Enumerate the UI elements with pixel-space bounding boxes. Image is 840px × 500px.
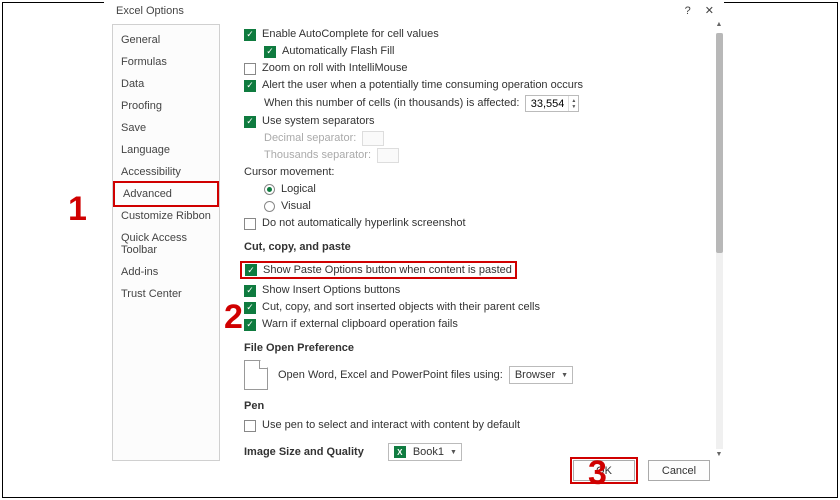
section-file-open-preference: File Open Preference (244, 342, 718, 354)
sidebar-item-proofing[interactable]: Proofing (113, 95, 219, 117)
dropdown-value: Browser (515, 368, 555, 383)
label-thousands-separator: Thousands separator: (264, 148, 371, 163)
titlebar: Excel Options ? ✕ (104, 0, 724, 21)
label-logical: Logical (281, 182, 316, 197)
sidebar-item-save[interactable]: Save (113, 117, 219, 139)
input-decimal-separator (362, 131, 384, 146)
dropdown-open-files-using[interactable]: Browser ▼ (509, 366, 573, 384)
scroll-down-icon[interactable]: ▼ (714, 451, 724, 461)
highlight-paste-options: Show Paste Options button when content i… (240, 261, 517, 279)
label-visual: Visual (281, 199, 311, 214)
radio-visual[interactable] (264, 201, 275, 212)
checkbox-show-paste-options[interactable] (245, 264, 257, 276)
dialog-title: Excel Options (116, 5, 184, 17)
checkbox-flash-fill[interactable] (264, 46, 276, 58)
content-panel: Enable AutoComplete for cell values Auto… (220, 21, 724, 461)
label-cursor-movement: Cursor movement: (244, 165, 334, 180)
label-zoom-roll: Zoom on roll with IntelliMouse (262, 61, 408, 76)
chevron-down-icon: ▼ (448, 445, 459, 460)
annotation-3: 3 (588, 454, 607, 493)
label-show-paste-options: Show Paste Options button when content i… (263, 264, 512, 276)
sidebar-item-addins[interactable]: Add-ins (113, 261, 219, 283)
sidebar-item-general[interactable]: General (113, 29, 219, 51)
section-image-size-quality: Image Size and Quality (244, 445, 364, 460)
help-icon[interactable]: ? (685, 5, 691, 17)
checkbox-no-hyperlink-screenshot[interactable] (244, 218, 256, 230)
label-cells-affected: When this number of cells (in thousands)… (264, 96, 519, 111)
checkbox-system-separators[interactable] (244, 116, 256, 128)
excel-options-dialog: Excel Options ? ✕ General Formulas Data … (104, 0, 724, 490)
label-show-insert-options: Show Insert Options buttons (262, 283, 400, 298)
dropdown-image-workbook[interactable]: X Book1 ▼ (388, 443, 462, 461)
checkbox-cut-copy-sort-objects[interactable] (244, 302, 256, 314)
label-open-files-using: Open Word, Excel and PowerPoint files us… (278, 368, 503, 383)
sidebar-item-formulas[interactable]: Formulas (113, 51, 219, 73)
input-cells-affected[interactable] (526, 96, 568, 111)
vertical-scrollbar[interactable]: ▲ ▼ (714, 21, 724, 461)
annotation-1: 1 (68, 190, 87, 229)
cancel-button[interactable]: Cancel (648, 460, 710, 481)
scroll-up-icon[interactable]: ▲ (714, 21, 724, 31)
spinner-cells-affected[interactable]: ▲▼ (525, 95, 579, 112)
sidebar: General Formulas Data Proofing Save Lang… (112, 24, 220, 461)
label-warn-external-clipboard: Warn if external clipboard operation fai… (262, 317, 458, 332)
checkbox-show-insert-options[interactable] (244, 285, 256, 297)
checkbox-autocomplete[interactable] (244, 29, 256, 41)
close-icon[interactable]: ✕ (705, 4, 714, 17)
sidebar-item-quick-access-toolbar[interactable]: Quick Access Toolbar (113, 227, 219, 261)
scroll-thumb[interactable] (716, 33, 723, 253)
radio-logical[interactable] (264, 184, 275, 195)
checkbox-alert-time[interactable] (244, 80, 256, 92)
label-system-separators: Use system separators (262, 114, 374, 129)
section-pen: Pen (244, 400, 718, 412)
sidebar-item-data[interactable]: Data (113, 73, 219, 95)
label-no-hyperlink-screenshot: Do not automatically hyperlink screensho… (262, 216, 466, 231)
chevron-down-icon: ▼ (559, 368, 570, 383)
annotation-2: 2 (224, 298, 243, 337)
checkbox-use-pen[interactable] (244, 420, 256, 432)
sidebar-item-advanced[interactable]: Advanced (113, 181, 219, 207)
sidebar-item-trust-center[interactable]: Trust Center (113, 283, 219, 305)
spinner-arrows-icon[interactable]: ▲▼ (568, 96, 578, 111)
sidebar-item-customize-ribbon[interactable]: Customize Ribbon (113, 205, 219, 227)
dropdown-book-value: Book1 (413, 445, 444, 460)
checkbox-zoom-roll[interactable] (244, 63, 256, 75)
checkbox-warn-external-clipboard[interactable] (244, 319, 256, 331)
label-flash-fill: Automatically Flash Fill (282, 44, 394, 59)
sidebar-item-accessibility[interactable]: Accessibility (113, 161, 219, 183)
file-icon (244, 360, 268, 390)
label-use-pen: Use pen to select and interact with cont… (262, 418, 520, 433)
section-cut-copy-paste: Cut, copy, and paste (244, 241, 718, 253)
label-cut-copy-sort-objects: Cut, copy, and sort inserted objects wit… (262, 300, 540, 315)
label-decimal-separator: Decimal separator: (264, 131, 356, 146)
sidebar-item-language[interactable]: Language (113, 139, 219, 161)
excel-icon: X (394, 446, 406, 458)
label-autocomplete: Enable AutoComplete for cell values (262, 27, 439, 42)
input-thousands-separator (377, 148, 399, 163)
label-alert-time: Alert the user when a potentially time c… (262, 78, 583, 93)
